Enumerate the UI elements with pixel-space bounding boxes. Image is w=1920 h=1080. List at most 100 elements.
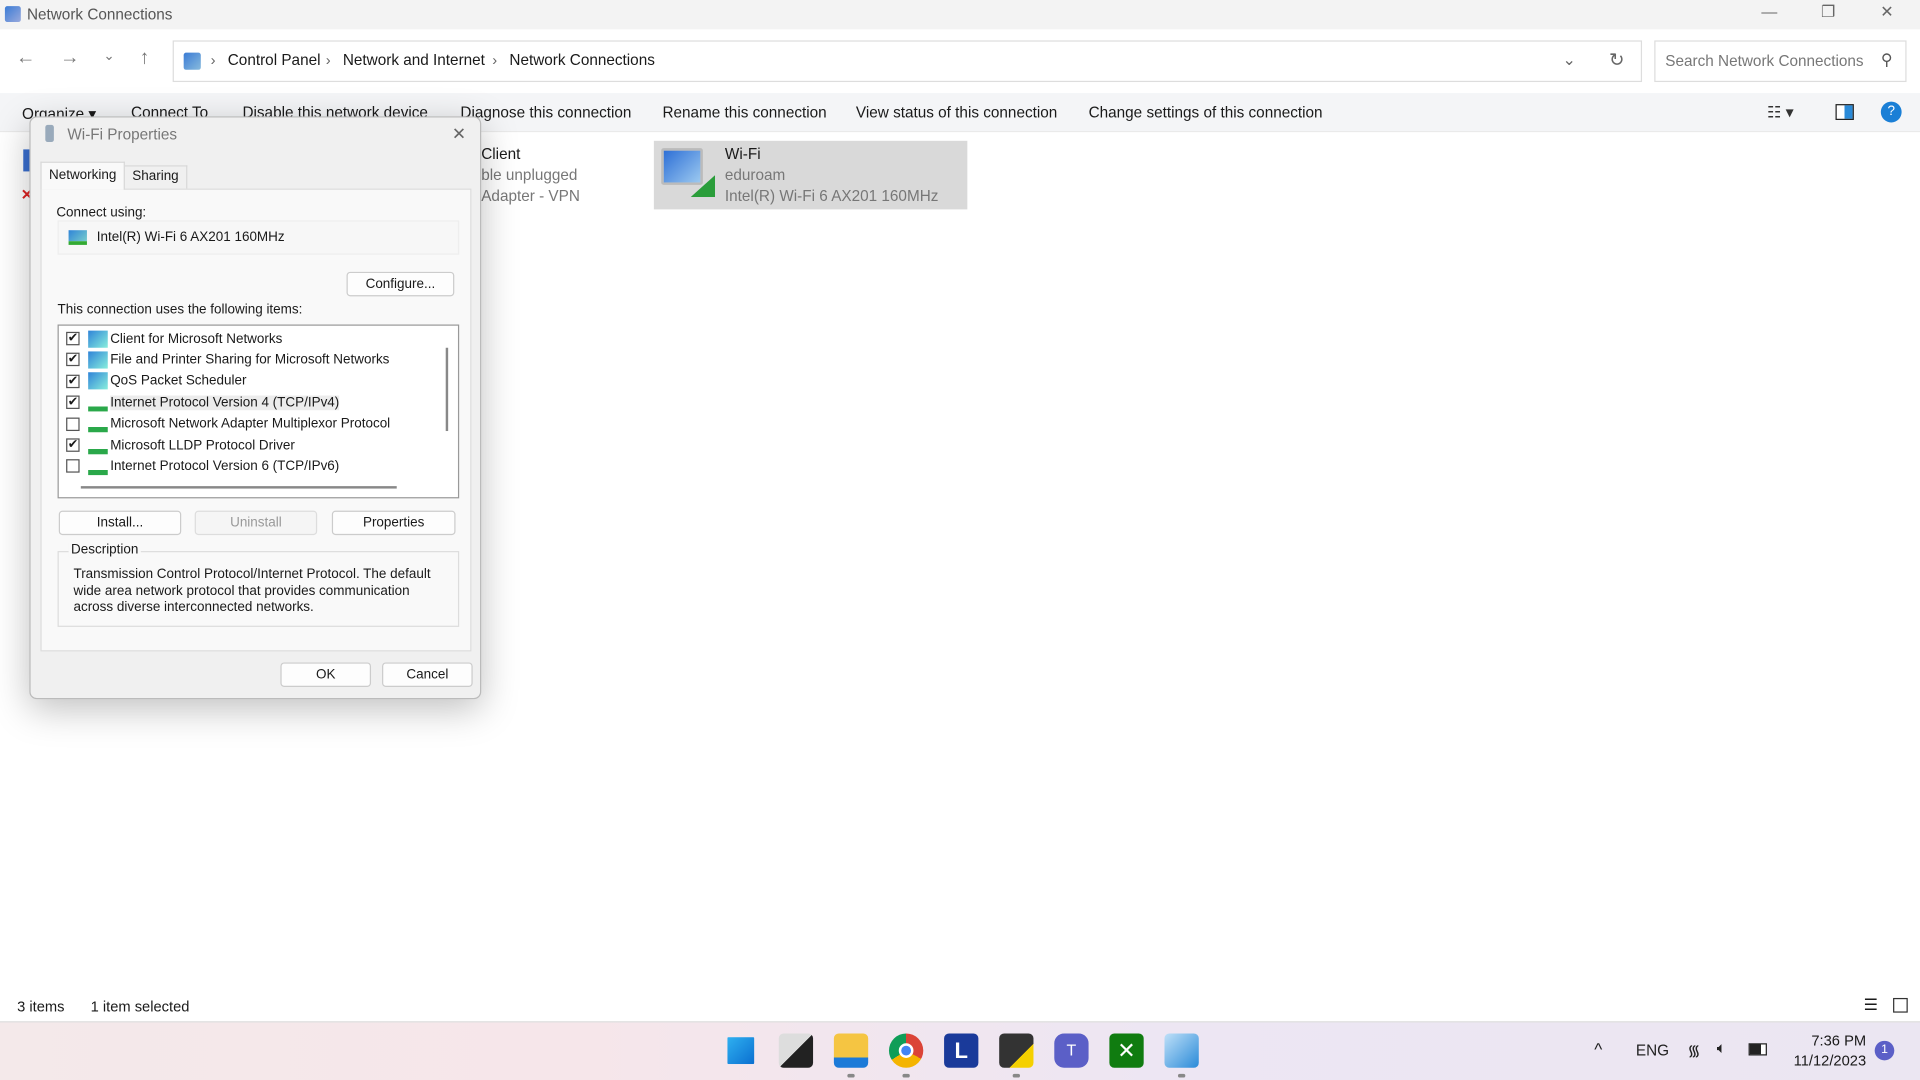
network-client-icon: [88, 330, 108, 348]
start-icon[interactable]: [724, 1033, 758, 1067]
connection-item-vpn[interactable]: Client ble unplugged Adapter - VPN: [481, 146, 580, 205]
component-row[interactable]: ✔ QoS Packet Scheduler: [66, 371, 246, 392]
component-checkbox[interactable]: ✔: [66, 331, 80, 346]
chrome-icon[interactable]: [888, 1033, 924, 1078]
forward-icon[interactable]: →: [56, 48, 83, 75]
component-row[interactable]: ✔ Client for Microsoft Networks: [66, 328, 282, 349]
networking-panel: Connect using: Intel(R) Wi-Fi 6 AX201 16…: [40, 188, 472, 652]
component-label: Microsoft Network Adapter Multiplexor Pr…: [110, 416, 391, 432]
screen: Network Connections — ❐ ✕ ← → ⌄ ↑ › Cont…: [0, 0, 1920, 1080]
selection-count: 1 item selected: [90, 997, 190, 1016]
change-settings-button[interactable]: Change settings of this connection: [1089, 104, 1323, 121]
component-row[interactable]: ✔ Internet Protocol Version 4 (TCP/IPv4): [66, 392, 340, 413]
control-panel-taskbar-icon[interactable]: [1164, 1033, 1199, 1078]
time: 7:36 PM: [1811, 1032, 1867, 1050]
component-checkbox[interactable]: ✔: [66, 374, 80, 388]
volume-icon[interactable]: 🔈︎: [1717, 1040, 1726, 1058]
dialog-title: Wi-Fi Properties: [67, 126, 178, 144]
component-row[interactable]: Microsoft Network Adapter Multiplexor Pr…: [66, 413, 390, 434]
up-icon[interactable]: ↑: [131, 48, 158, 75]
minimize-button[interactable]: —: [1741, 2, 1797, 26]
component-checkbox[interactable]: [66, 459, 80, 474]
properties-button[interactable]: Properties: [331, 510, 456, 536]
view-status-button[interactable]: View status of this connection: [856, 104, 1057, 121]
component-row[interactable]: Internet Protocol Version 6 (TCP/IPv6): [66, 456, 339, 477]
component-checkbox[interactable]: ✔: [66, 353, 80, 367]
connection-item-wifi[interactable]: Wi-Fi eduroam Intel(R) Wi-Fi 6 AX201 160…: [653, 140, 968, 210]
battery-icon[interactable]: [1748, 1043, 1767, 1056]
chevron-right-icon: ›: [492, 51, 498, 69]
monitor-icon: [661, 148, 703, 185]
title-bar: Network Connections — ❐ ✕: [0, 0, 1920, 30]
navigation-bar: ← → ⌄ ↑ › Control Panel › Network and In…: [0, 29, 1920, 94]
teams-icon[interactable]: T: [1054, 1033, 1089, 1068]
wifi-icon[interactable]: ᯾: [1687, 1040, 1700, 1061]
protocol-icon: [88, 436, 108, 454]
dialog-close-button[interactable]: ✕: [452, 124, 466, 145]
sticky-notes-icon[interactable]: [999, 1033, 1034, 1078]
cancel-button[interactable]: Cancel: [382, 662, 473, 687]
configure-button[interactable]: Configure...: [346, 271, 455, 297]
recent-dropdown-icon[interactable]: ⌄: [96, 48, 123, 75]
tab-sharing[interactable]: Sharing: [123, 165, 188, 189]
diagnose-button[interactable]: Diagnose this connection: [460, 104, 631, 121]
component-row[interactable]: ✔ Microsoft LLDP Protocol Driver: [66, 435, 295, 456]
file-explorer-icon[interactable]: [833, 1033, 869, 1078]
install-button[interactable]: Install...: [58, 510, 182, 536]
large-icons-view-icon[interactable]: [1893, 997, 1908, 1013]
horizontal-scrollbar[interactable]: [80, 486, 397, 489]
adapter-field: Intel(R) Wi-Fi 6 AX201 160MHz: [57, 220, 460, 255]
close-button[interactable]: ✕: [1859, 2, 1915, 26]
breadcrumb-network-connections[interactable]: Network Connections: [509, 51, 654, 68]
component-label: QoS Packet Scheduler: [110, 373, 247, 389]
adapter-name: Intel(R) Wi-Fi 6 AX201 160MHz: [96, 230, 285, 245]
component-label: File and Printer Sharing for Microsoft N…: [110, 352, 390, 368]
preview-pane-icon[interactable]: [1835, 104, 1854, 121]
details-view-icon[interactable]: ☰: [1864, 996, 1878, 1016]
xbox-icon[interactable]: ✕: [1109, 1033, 1144, 1068]
network-connections-icon: [4, 6, 21, 23]
tab-networking[interactable]: Networking: [40, 161, 125, 190]
protocol-icon: [88, 393, 108, 412]
clock[interactable]: 7:36 PM 11/12/2023: [1788, 1031, 1866, 1070]
component-label: Microsoft LLDP Protocol Driver: [110, 437, 295, 453]
help-icon[interactable]: ?: [1880, 101, 1902, 123]
date: 11/12/2023: [1793, 1051, 1867, 1069]
breadcrumb-control-panel[interactable]: Control Panel: [228, 51, 321, 68]
notification-badge[interactable]: 1: [1874, 1040, 1895, 1061]
breadcrumb-network-and-internet[interactable]: Network and Internet: [343, 51, 485, 68]
component-label: Internet Protocol Version 6 (TCP/IPv6): [110, 459, 340, 474]
address-dropdown-icon[interactable]: ⌄: [1562, 50, 1575, 70]
component-checkbox[interactable]: ✔: [66, 395, 80, 410]
refresh-icon[interactable]: ↻: [1609, 49, 1624, 71]
connection-device: Intel(R) Wi-Fi 6 AX201 160MHz: [724, 187, 939, 205]
view-options-icon[interactable]: ☷ ▾: [1767, 103, 1794, 123]
protocol-icon: [88, 457, 108, 475]
restore-button[interactable]: ❐: [1800, 2, 1856, 26]
l-app-icon[interactable]: L: [944, 1033, 979, 1068]
address-bar[interactable]: › Control Panel › Network and Internet ›…: [172, 40, 1643, 83]
window-title: Network Connections: [26, 6, 173, 24]
task-view-icon[interactable]: [778, 1033, 814, 1068]
taskbar: L T ✕ ^ ENG ᯾ 🔈︎ 7:36 PM 11/12/2023 1: [0, 1021, 1920, 1080]
adapter-icon: [45, 124, 54, 143]
network-adapter-icon: [68, 230, 87, 245]
description-title: Description: [68, 542, 141, 558]
component-label: Client for Microsoft Networks: [110, 331, 283, 346]
search-icon[interactable]: ⚲: [1881, 50, 1893, 70]
rename-button[interactable]: Rename this connection: [662, 104, 826, 121]
description-text: Transmission Control Protocol/Internet P…: [73, 566, 431, 615]
ok-button[interactable]: OK: [280, 662, 372, 687]
component-checkbox[interactable]: ✔: [66, 438, 80, 452]
language-indicator[interactable]: ENG: [1636, 1042, 1669, 1059]
vertical-scrollbar[interactable]: [445, 347, 449, 432]
show-hidden-icons-icon[interactable]: ^: [1594, 1040, 1602, 1060]
connection-status: eduroam: [724, 166, 786, 184]
components-list[interactable]: ✔ Client for Microsoft Networks ✔ File and …: [57, 324, 460, 499]
component-row[interactable]: ✔ File and Printer Sharing for Microsoft …: [66, 349, 389, 370]
component-checkbox[interactable]: [66, 417, 80, 431]
search-input[interactable]: Search Network Connections ⚲: [1654, 40, 1907, 83]
connection-status: ble unplugged: [481, 166, 578, 184]
connect-using-label: Connect using:: [56, 205, 147, 221]
back-icon[interactable]: ←: [12, 48, 39, 75]
